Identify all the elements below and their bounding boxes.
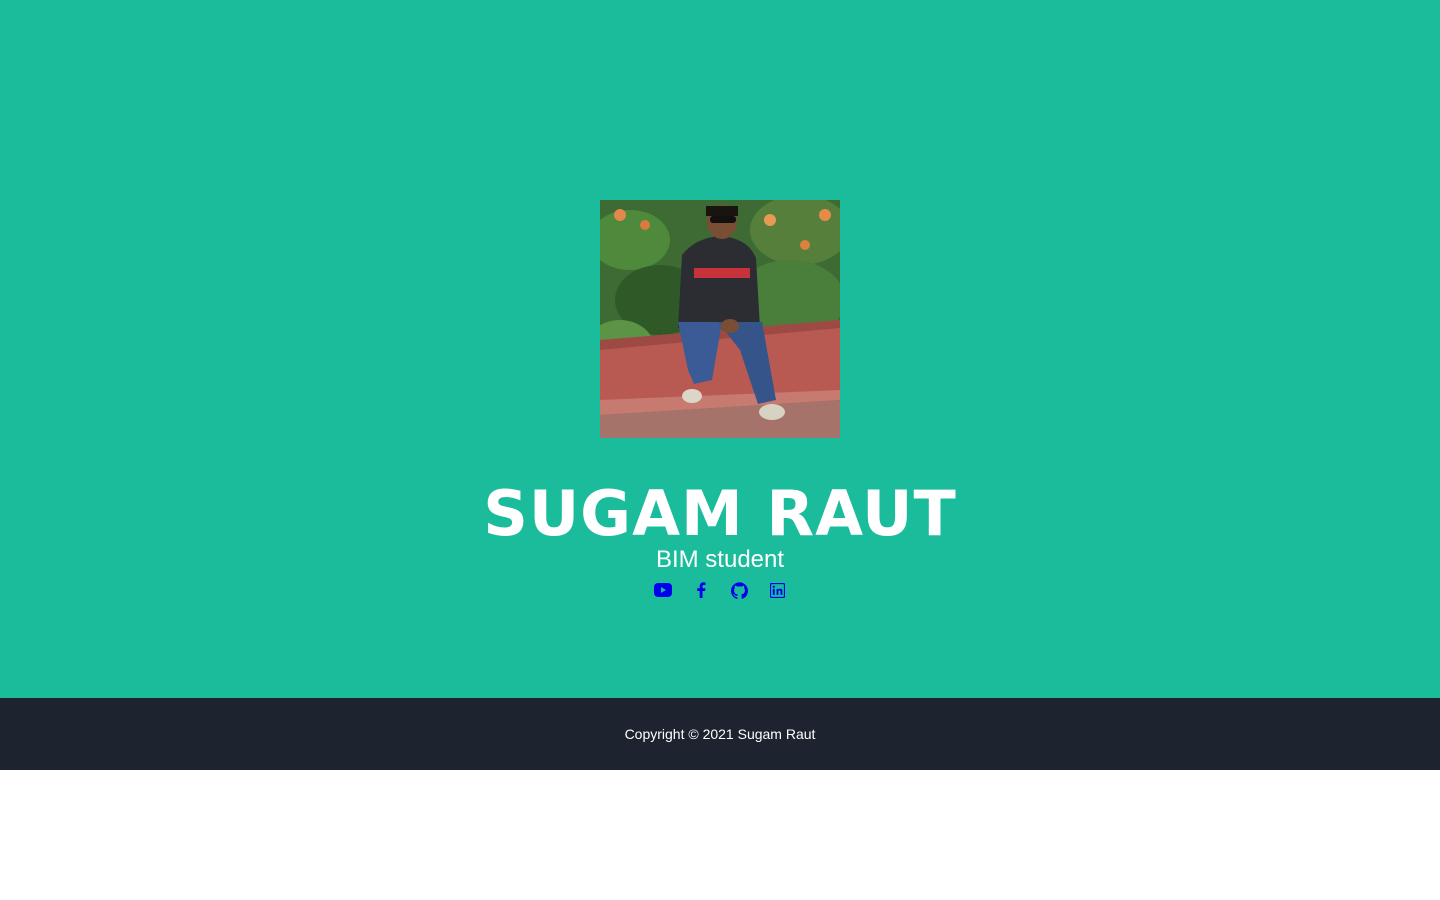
profile-name: SUGAM RAUT [483,477,957,550]
linkedin-icon [769,582,785,598]
footer: Copyright © 2021 Sugam Raut [0,698,1440,770]
social-links [0,580,1440,600]
facebook-icon [697,582,706,598]
github-icon [730,581,748,599]
youtube-icon [654,583,672,597]
profile-photo [600,200,840,438]
linkedin-link[interactable] [768,581,786,599]
profile-role: BIM student [655,546,785,573]
copyright-text: Copyright © 2021 Sugam Raut [624,726,816,742]
youtube-link[interactable] [654,581,672,599]
github-link[interactable] [730,581,748,599]
facebook-link[interactable] [692,581,710,599]
hero-section: SUGAM RAUT BIM student [0,0,1440,698]
